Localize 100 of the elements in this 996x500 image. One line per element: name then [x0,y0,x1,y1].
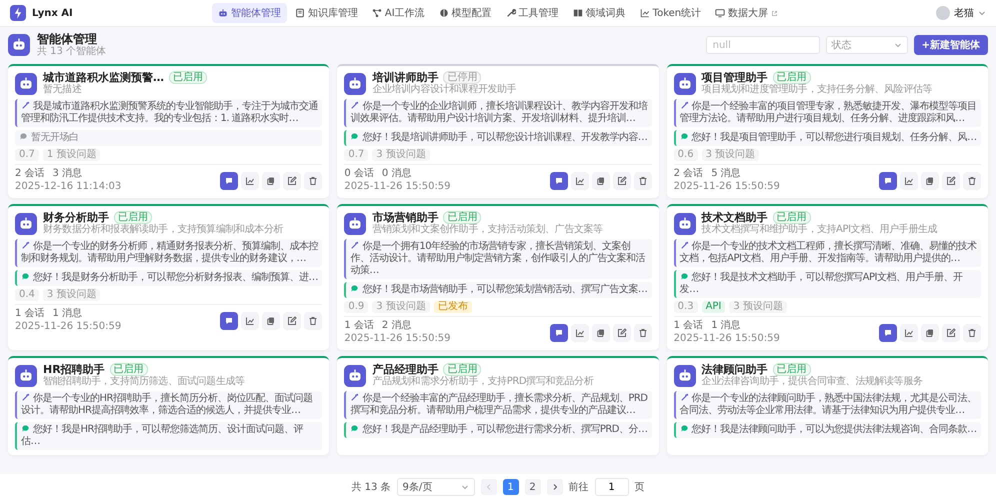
temperature-tag: 0.7 [344,149,368,161]
edit-button[interactable] [942,172,960,190]
chat-button[interactable] [879,172,897,190]
agent-name: 产品经理助手 [372,363,438,376]
copy-button[interactable] [592,324,610,342]
next-page-button[interactable] [546,479,563,495]
nav-tab[interactable]: 知识库管理 [288,3,364,23]
created-date: 2025-11-26 15:50:59 [344,181,451,193]
robot-icon [674,212,696,234]
temperature-tag: 0.7 [15,149,39,161]
system-prompt-box: 我是城市道路积水监测预警系统的专业智能助手，专注于为城市交通管理和防汛工作提供技术支持。我的专业包括：1. 道路积水实时… [15,99,322,127]
line-chart-icon [245,316,256,326]
chat-button[interactable] [550,324,568,342]
page-button[interactable]: 2 [524,479,541,495]
agent-name: HR招聘助手 [43,363,105,376]
agent-description: 智能招聘助手，支持简历筛选、面试问题生成等 [43,376,245,388]
statistics-button[interactable] [570,324,589,342]
created-date: 2025-11-26 15:50:59 [674,333,780,345]
goto-page-field[interactable]: 1 [594,478,629,496]
wand-icon [680,393,689,402]
chat-bubble-icon [224,316,234,326]
robot-icon [344,212,366,234]
greeting-box: 您好！我是培训讲师助手，可以帮您设计培训课程、开发教学内容… [344,130,652,146]
nav-tab[interactable]: AI工作流 [366,3,431,23]
statistics-button[interactable] [241,172,260,190]
wand-icon [21,101,30,110]
statistics-button[interactable] [900,324,918,342]
line-chart-icon [574,328,585,338]
chat-button[interactable] [879,324,897,342]
page-button[interactable]: 1 [502,479,519,495]
chevron-right-icon [550,483,559,491]
delete-button[interactable] [634,172,652,190]
status-badge: 已停用 [443,71,482,84]
wand-icon [680,101,689,110]
chat-button[interactable] [220,172,238,190]
edit-button[interactable] [283,172,302,190]
chat-bubble-icon [554,328,564,338]
robot-icon [344,72,366,94]
page-title: 智能体管理 [37,32,98,46]
temperature-tag: 0.4 [15,289,39,301]
question-count-tag: 3 预设问题 [42,289,100,301]
status-badge: 已启用 [772,363,811,376]
nav-tab[interactable]: 智能体管理 [212,3,287,23]
nav-tab[interactable]: 工具管理 [500,3,565,23]
delete-button[interactable] [963,172,981,190]
caret-icon[interactable] [978,9,986,17]
copy-button[interactable] [921,172,939,190]
message-count: 1 消息 [52,308,82,320]
trash-icon [308,176,318,186]
statistics-button[interactable] [900,172,918,190]
chevron-left-icon [484,483,493,491]
statistics-button[interactable] [241,312,260,330]
statistics-button[interactable] [570,172,589,190]
user-name[interactable]: 老猫 [954,6,974,20]
create-agent-button[interactable]: +新建智能体 [914,35,988,55]
copy-button[interactable] [262,312,280,330]
nav-tab[interactable]: 模型配置 [432,3,498,23]
line-chart-icon [640,8,650,18]
system-prompt-box: 你是一个专业的技术文档工程师，擅长撰写清晰、准确、易懂的技术文档，包括API文档、用户手册、开发指南等。请帮助用户提供的… [674,239,981,267]
total-count: 共 13 条 [351,480,391,494]
edit-icon [616,176,627,186]
session-count: 2 会话 [15,168,45,180]
copy-button[interactable] [921,324,939,342]
created-date: 2025-11-26 15:50:59 [15,321,122,333]
session-count: 1 会话 [674,320,704,332]
delete-button[interactable] [634,324,652,342]
chat-bubble-icon [883,176,893,186]
edit-button[interactable] [612,172,631,190]
trash-icon [967,328,977,338]
page-size-select[interactable]: 9条/页 [396,478,475,496]
copy-icon [596,176,606,186]
book-icon [572,8,583,18]
delete-button[interactable] [304,312,322,330]
copy-icon [925,328,935,338]
chat-button[interactable] [220,312,238,330]
nav-tab[interactable]: Token统计 [634,3,708,23]
copy-button[interactable] [262,172,280,190]
edit-button[interactable] [612,324,631,342]
robot-icon [218,8,228,18]
agent-description: 产品规划和需求分析助手，支持PRD撰写和竞品分析 [372,376,594,388]
agent-description: 企业法律咨询助手，提供合同审查、法规解读等服务 [702,376,922,388]
delete-button[interactable] [304,172,322,190]
trash-icon [638,328,648,338]
wrench-icon [506,8,516,18]
chat-bubble-icon [224,176,234,186]
caret-icon [460,483,469,491]
chat-bubble-icon [19,132,28,141]
chat-bubble-icon [680,424,689,433]
edit-button[interactable] [283,312,302,330]
edit-button[interactable] [942,324,960,342]
status-badge: 已启用 [772,211,811,224]
chat-button[interactable] [550,172,568,190]
line-chart-icon [245,176,256,186]
created-date: 2025-11-26 15:50:59 [344,333,451,345]
edit-icon [287,176,298,186]
nav-tab[interactable]: 数据大屏 [709,3,784,23]
copy-button[interactable] [592,172,610,190]
message-count: 0 消息 [382,168,412,180]
delete-button[interactable] [963,324,981,342]
nav-tab[interactable]: 领域词典 [566,3,632,23]
